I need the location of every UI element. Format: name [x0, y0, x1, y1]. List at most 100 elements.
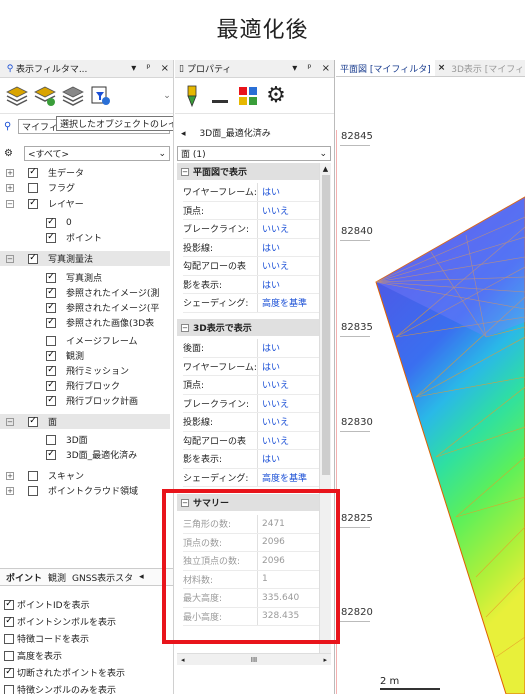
option-checkbox[interactable]	[4, 650, 14, 661]
property-value[interactable]: いいえ	[257, 394, 319, 412]
tab-gnss[interactable]: GNSS表示スタ	[72, 571, 133, 584]
layer-checkbox[interactable]	[28, 182, 38, 193]
collapse-icon[interactable]: −	[181, 167, 189, 176]
property-value[interactable]: はい	[257, 339, 319, 357]
property-row[interactable]: 勾配アローの表 いいえ	[183, 431, 319, 450]
layer-tree-item[interactable]: 3D面_最適化済み	[0, 447, 170, 462]
layer-checkbox[interactable]	[46, 232, 56, 243]
tab-close-icon[interactable]: ×	[435, 63, 449, 73]
option-item[interactable]: 特徴コードを表示	[4, 631, 89, 646]
collapse-icon[interactable]: −	[181, 323, 189, 332]
layer-tree-item[interactable]: 飛行ミッション	[0, 363, 170, 378]
property-row[interactable]: ブレークライン: いいえ	[183, 220, 319, 239]
layer-tree-item[interactable]: 飛行ブロック計画	[0, 393, 170, 408]
expand-icon[interactable]: −	[6, 417, 14, 426]
layer-tree-item[interactable]: + スキャン	[0, 468, 170, 483]
property-row[interactable]: 影を表示: はい	[183, 275, 319, 294]
filter-settings-icon[interactable]	[88, 83, 114, 109]
layer-tree-item[interactable]: − レイヤー	[0, 196, 170, 211]
expand-icon[interactable]: +	[6, 168, 14, 177]
layer-checkbox[interactable]	[46, 350, 56, 361]
option-checkbox[interactable]	[4, 633, 14, 644]
layer-tree-item[interactable]: イメージフレーム	[0, 333, 170, 348]
scroll-grip[interactable]: III	[251, 656, 257, 664]
layer-checkbox[interactable]	[28, 416, 38, 427]
option-checkbox[interactable]	[4, 684, 14, 694]
layer-tree-item[interactable]: 0	[0, 215, 170, 230]
tab-left-arrow-icon[interactable]: ◂	[139, 572, 144, 582]
close-icon[interactable]: ×	[322, 63, 330, 74]
layers-add-icon[interactable]	[32, 83, 58, 109]
layer-tree-item[interactable]: −面	[0, 414, 170, 429]
layer-tree-item[interactable]: 写真測点	[0, 270, 170, 285]
expand-icon[interactable]: +	[6, 471, 14, 480]
layer-checkbox[interactable]	[46, 302, 56, 313]
overflow-icon[interactable]: ⌄	[161, 83, 173, 109]
tab-points[interactable]: ポイント	[6, 571, 42, 584]
layer-tree-item[interactable]: + フラグ	[0, 180, 170, 195]
option-checkbox[interactable]	[4, 616, 14, 627]
layer-tree-item[interactable]: 3D面	[0, 432, 170, 447]
option-item[interactable]: 切断されたポイントを表示	[4, 665, 125, 680]
layers-hide-icon[interactable]	[60, 83, 86, 109]
property-value[interactable]: はい	[257, 275, 319, 293]
section-plan-view[interactable]: − 平面図で表示	[177, 163, 319, 180]
option-checkbox[interactable]	[4, 599, 14, 610]
layer-tree-item[interactable]: 飛行ブロック	[0, 378, 170, 393]
dropdown-icon[interactable]: ▾	[131, 63, 136, 74]
line-icon[interactable]	[207, 83, 233, 109]
layers-show-icon[interactable]	[4, 83, 30, 109]
layer-checkbox[interactable]	[46, 380, 56, 391]
dropdown-icon[interactable]: ▾	[292, 63, 297, 74]
layer-checkbox[interactable]	[28, 198, 38, 209]
property-value[interactable]: 高度を基準	[257, 294, 319, 312]
layer-tree-item[interactable]: + 生データ	[0, 165, 170, 180]
property-value[interactable]: はい	[257, 357, 319, 375]
property-value[interactable]: いいえ	[257, 431, 319, 449]
property-value[interactable]: いいえ	[257, 220, 319, 238]
option-item[interactable]: 高度を表示	[4, 648, 62, 663]
property-value[interactable]: はい	[257, 450, 319, 468]
pen-icon[interactable]	[179, 83, 205, 109]
property-row[interactable]: ブレークライン: いいえ	[183, 394, 319, 413]
layer-tree-item[interactable]: + ポイントクラウド領域	[0, 483, 170, 498]
scroll-thumb[interactable]	[321, 175, 330, 475]
layer-tree-item[interactable]: − 写真測量法	[0, 251, 170, 266]
option-item[interactable]: 特徴シンボルのみを表示	[4, 682, 116, 694]
scroll-left-icon[interactable]: ◂	[181, 656, 185, 664]
layer-checkbox[interactable]	[46, 395, 56, 406]
layer-tree-item[interactable]: ポイント	[0, 230, 170, 245]
property-value[interactable]: いいえ	[257, 413, 319, 431]
option-checkbox[interactable]	[4, 667, 14, 678]
expand-icon[interactable]: −	[6, 199, 14, 208]
layer-select[interactable]: <すべて> ⌄	[24, 146, 170, 161]
property-row[interactable]: シェーディング: 高度を基準	[183, 294, 319, 313]
horizontal-scrollbar[interactable]: ◂ III ▸	[177, 653, 331, 665]
expand-icon[interactable]: −	[6, 254, 14, 263]
pin-icon[interactable]: ᵖ	[307, 63, 311, 74]
layer-checkbox[interactable]	[46, 449, 56, 460]
layer-checkbox[interactable]	[28, 485, 38, 496]
scroll-right-icon[interactable]: ▸	[323, 656, 327, 664]
scroll-up-icon[interactable]: ▲	[320, 165, 331, 173]
property-value[interactable]: いいえ	[257, 376, 319, 394]
property-value[interactable]: いいえ	[257, 201, 319, 219]
layer-checkbox[interactable]	[28, 470, 38, 481]
property-row[interactable]: ワイヤーフレーム: はい	[183, 183, 319, 202]
layer-checkbox[interactable]	[46, 365, 56, 376]
layer-checkbox[interactable]	[28, 253, 38, 264]
section-3d-view[interactable]: −3D表示で表示	[177, 319, 319, 336]
layer-tree-item[interactable]: 参照されたイメージ(測	[0, 285, 170, 300]
layer-checkbox[interactable]	[46, 434, 56, 445]
property-row[interactable]: ワイヤーフレーム: はい	[183, 357, 319, 376]
property-row[interactable]: 頂点: いいえ	[183, 376, 319, 395]
option-item[interactable]: ポイントIDを表示	[4, 597, 90, 612]
layer-checkbox[interactable]	[46, 217, 56, 228]
gear-icon[interactable]: ⚙	[263, 83, 289, 109]
object-select[interactable]: 面 (1) ⌄	[177, 146, 331, 161]
layer-tree-item[interactable]: 観測	[0, 348, 170, 363]
property-value[interactable]: はい	[257, 183, 319, 201]
property-value[interactable]: 高度を基準	[257, 468, 319, 486]
tab-3d-view[interactable]: 3D表示 [マイフィ	[448, 62, 525, 75]
close-icon[interactable]: ×	[161, 63, 169, 74]
